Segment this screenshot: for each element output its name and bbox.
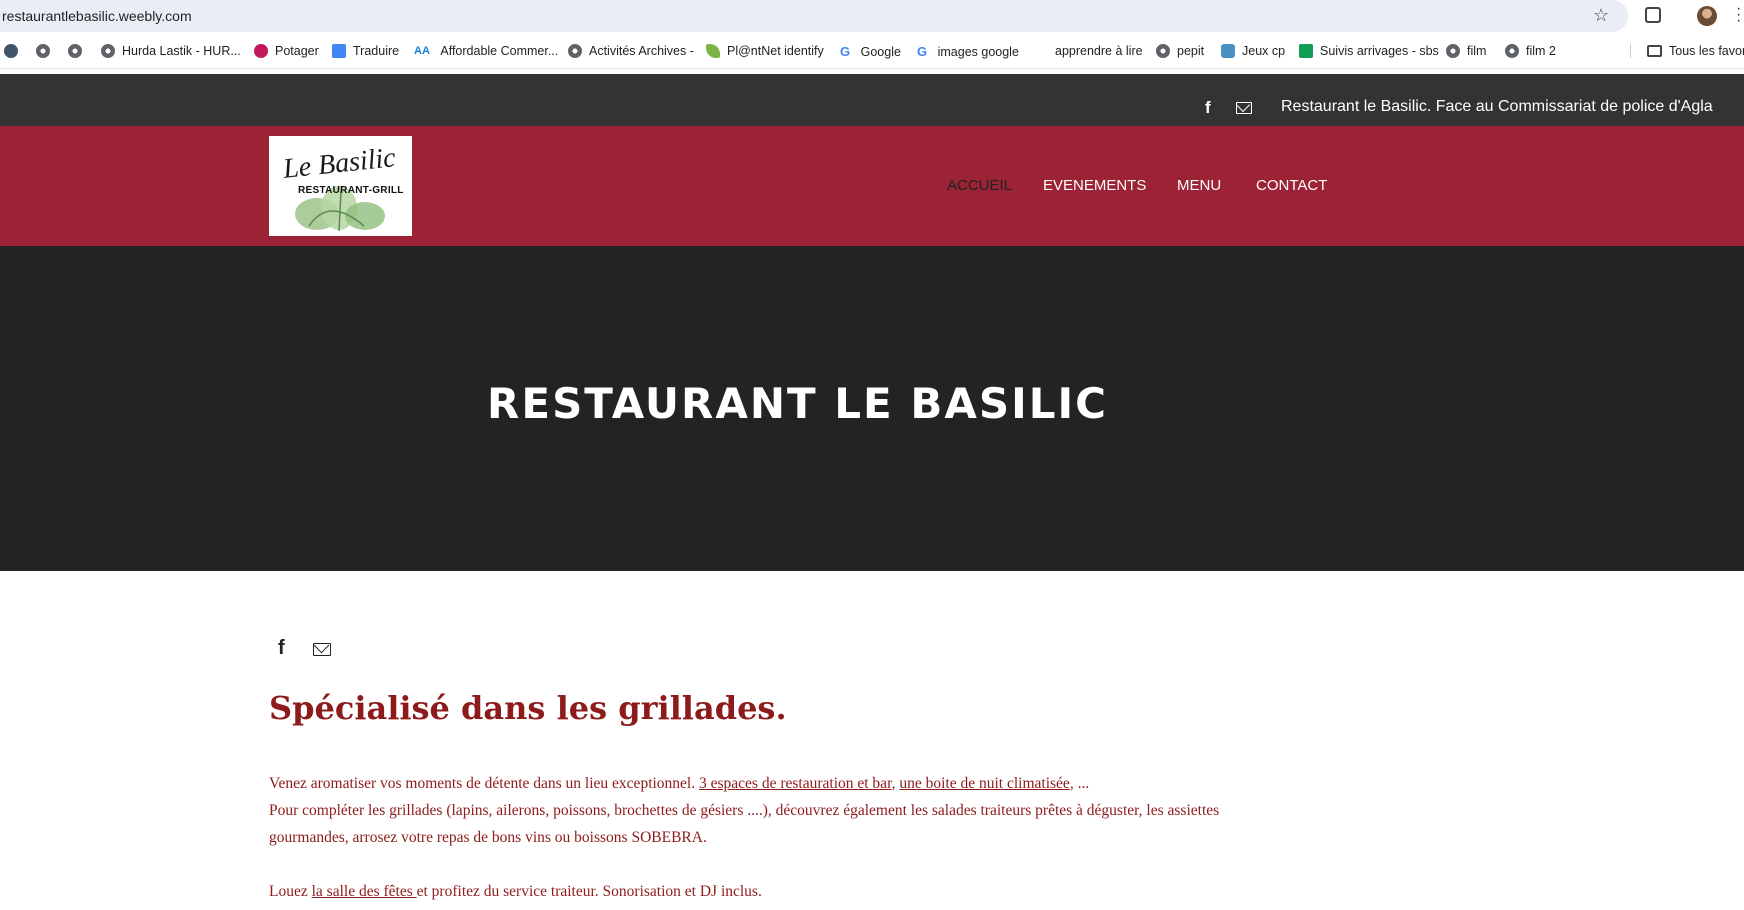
bookmark-all-favorites[interactable]: Tous les favor — [1630, 44, 1744, 58]
bookmark-label: pepit — [1177, 44, 1205, 58]
bookmark-label: Affordable Commer... — [440, 44, 559, 58]
bookmark-globe-2[interactable] — [68, 44, 89, 58]
globe-icon — [68, 44, 82, 58]
nav-evenements[interactable]: EVENEMENTS — [1043, 177, 1146, 194]
browser-menu-icon[interactable]: · · · — [1736, 1, 1741, 29]
paragraph-text: et profitez du service traiteur. Sonoris… — [416, 883, 762, 900]
profile-avatar[interactable] — [1697, 6, 1717, 26]
bookmark-label: images google — [937, 44, 1019, 59]
bookmark-label: apprendre à lire — [1055, 44, 1143, 58]
bookmark-label: Activités Archives - — [589, 44, 694, 58]
paragraph-text: Venez aromatiser vos moments de détente … — [269, 775, 699, 792]
globe-icon — [1446, 44, 1460, 58]
bookmark-google[interactable]: G Google — [840, 44, 901, 59]
bookmark-globe-1[interactable] — [36, 44, 57, 58]
globe-icon — [36, 44, 50, 58]
globe-icon — [1156, 44, 1170, 58]
grill-paragraph-line1: Pour compléter les grillades (lapins, ai… — [269, 802, 1220, 819]
globe-icon — [101, 44, 115, 58]
wordpress-icon — [4, 44, 18, 58]
bookmark-label: Jeux cp — [1242, 44, 1286, 58]
bookmark-label: Tous les favor — [1669, 44, 1744, 58]
paragraph-text: Louez — [269, 883, 312, 900]
facebook-icon[interactable]: f — [1205, 98, 1211, 118]
bookmark-label: Traduire — [353, 44, 400, 58]
logo-subtitle: RESTAURANT-GRILL — [298, 185, 404, 196]
url-text[interactable]: restaurantlebasilic.weebly.com — [2, 8, 192, 24]
bookmark-pepit[interactable]: pepit — [1156, 44, 1204, 58]
globe-icon — [568, 44, 582, 58]
radish-icon — [254, 44, 268, 58]
google-icon: G — [840, 44, 851, 59]
mail-icon[interactable] — [1236, 102, 1252, 114]
bookmark-film[interactable]: film — [1446, 44, 1486, 58]
address-bar[interactable]: restaurantlebasilic.weebly.com — [0, 0, 1628, 32]
nav-menu[interactable]: MENU — [1177, 177, 1221, 194]
browser-toolbar: restaurantlebasilic.weebly.com ☆ · · · — [0, 0, 1744, 32]
bookmark-images-google[interactable]: G images google — [917, 44, 1019, 59]
bookmark-star-icon[interactable]: ☆ — [1593, 5, 1609, 26]
plant-icon — [706, 44, 720, 58]
topbar-address-text: Restaurant le Basilic. Face au Commissar… — [1281, 98, 1713, 115]
globe-icon — [1505, 44, 1519, 58]
nav-accueil[interactable]: ACCUEIL — [947, 177, 1012, 194]
bookmark-label: Google — [860, 44, 901, 59]
bookmarks-bar: Hurda Lastik - HUR... Potager Traduire A… — [0, 36, 1744, 69]
bookmark-film2[interactable]: film 2 — [1505, 44, 1556, 58]
bookmark-hurda[interactable]: Hurda Lastik - HUR... — [101, 44, 241, 58]
bookmark-label: Pl@ntNet identify — [727, 44, 824, 58]
link-salle-des-fetes[interactable]: la salle des fêtes — [312, 883, 417, 900]
rental-paragraph: Louez la salle des fêtes et profitez du … — [269, 883, 762, 901]
bookmark-label: film — [1467, 44, 1487, 58]
facebook-icon[interactable]: f — [278, 637, 285, 660]
bookmark-jeux[interactable]: Jeux cp — [1221, 44, 1285, 58]
bookmark-label: film 2 — [1526, 44, 1556, 58]
aa-icon: AA — [414, 45, 430, 57]
bookmark-label: Potager — [275, 44, 319, 58]
link-boite-de-nuit[interactable]: une boite de nuit climatisée — [899, 775, 1069, 792]
hero-title: RESTAURANT LE BASILIC — [487, 379, 1108, 428]
bookmark-label: Hurda Lastik - HUR... — [122, 44, 241, 58]
extensions-icon[interactable] — [1645, 7, 1661, 23]
paragraph-text: , ... — [1069, 775, 1090, 792]
bookmark-wordpress[interactable] — [4, 44, 25, 58]
link-espaces-restauration[interactable]: 3 espaces de restauration et bar — [699, 775, 892, 792]
intro-paragraph: Venez aromatiser vos moments de détente … — [269, 775, 1089, 793]
bookmark-plantnet[interactable]: Pl@ntNet identify — [706, 44, 824, 58]
page-headline: Spécialisé dans les grillades. — [269, 689, 787, 727]
bookmark-activites[interactable]: Activités Archives - — [568, 44, 694, 58]
folder-icon — [1647, 45, 1662, 57]
mail-icon[interactable] — [313, 643, 331, 656]
bookmark-suivis[interactable]: Suivis arrivages - sbs — [1299, 44, 1439, 58]
sheets-icon — [1299, 44, 1313, 58]
google-icon: G — [917, 44, 928, 59]
nav-contact[interactable]: CONTACT — [1256, 177, 1327, 194]
translate-icon — [332, 44, 346, 58]
grill-paragraph-line2: gourmandes, arrosez votre repas de bons … — [269, 829, 707, 846]
site-header — [0, 126, 1744, 246]
bookmark-affordable[interactable]: AA Affordable Commer... — [414, 44, 558, 58]
bookmark-potager[interactable]: Potager — [254, 44, 319, 58]
bookmark-apprendre[interactable]: apprendre à lire — [1055, 44, 1143, 58]
game-icon — [1221, 44, 1235, 58]
bookmark-label: Suivis arrivages - sbs — [1320, 44, 1439, 58]
site-logo[interactable]: Le Basilic RESTAURANT-GRILL — [269, 136, 412, 236]
bookmark-traduire[interactable]: Traduire — [332, 44, 399, 58]
